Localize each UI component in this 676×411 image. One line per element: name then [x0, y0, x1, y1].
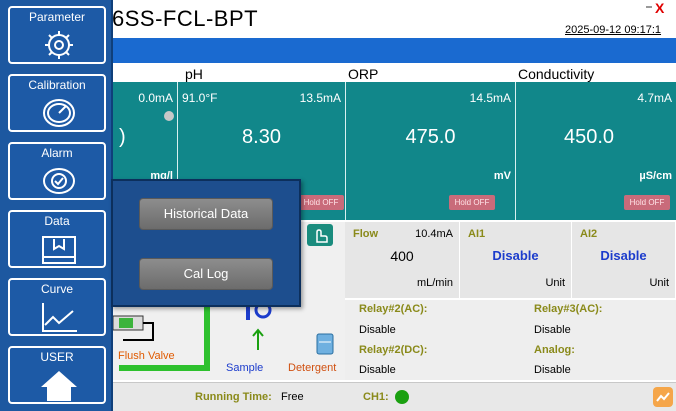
flow-title: Flow: [353, 228, 379, 240]
sidebar-item-label: Curve: [40, 282, 73, 296]
data-icon: [42, 236, 76, 264]
flush-valve-label: Flush Valve: [118, 350, 175, 362]
flow-ai-panels: Flow 10.4mA 400 mL/min AI1 Disable Unit …: [345, 222, 676, 298]
channel-label-row: pH ORP Conductivity: [113, 63, 676, 82]
ch1-status-indicator: [395, 390, 409, 404]
conductivity-panel[interactable]: 4.7mA 450.0 µS/cm Hold OFF: [515, 82, 676, 220]
sidebar-item-label: Parameter: [28, 10, 86, 24]
orp-ma: 14.5mA: [469, 91, 511, 105]
detergent-label: Detergent: [288, 362, 337, 374]
sidebar: Parameter Calibration Alarm Data Curve U…: [0, 0, 113, 411]
curve-icon: [42, 303, 77, 332]
datetime: 2025-09-12 09:17:1: [565, 24, 662, 36]
ai2-title: AI2: [580, 228, 598, 240]
ph-label: pH: [185, 66, 203, 82]
trend-button[interactable]: [653, 387, 673, 407]
orp-unit: mV: [493, 170, 511, 182]
ai2-value: Disable: [600, 248, 647, 263]
conductivity-ma: 4.7mA: [637, 91, 672, 105]
ph-value: 8.30: [242, 126, 281, 148]
chlorine-ma: 0.0mA: [138, 91, 173, 105]
relay-status-panel: Relay#2(AC): Disable Relay#3(AC): Disabl…: [345, 300, 676, 380]
relay2-ac-label: Relay#2(AC):: [359, 303, 428, 315]
chlorine-value: ): [119, 126, 126, 148]
sidebar-item-label: USER: [40, 350, 74, 364]
sidebar-item-label: Calibration: [28, 78, 86, 92]
sidebar-item-calibration[interactable]: Calibration: [8, 74, 106, 132]
ch1-label: CH1:: [363, 391, 389, 403]
flow-panel[interactable]: Flow 10.4mA 400 mL/min: [345, 222, 460, 298]
status-dot: [164, 111, 174, 121]
historical-data-button[interactable]: Historical Data: [139, 198, 273, 230]
ai1-value: Disable: [492, 248, 539, 263]
flow-ma: 10.4mA: [415, 228, 453, 240]
sidebar-item-curve[interactable]: Curve: [8, 278, 106, 336]
conductivity-label: Conductivity: [518, 66, 595, 82]
ph-temperature: 91.0°F: [182, 91, 218, 105]
sidebar-item-alarm[interactable]: Alarm: [8, 142, 106, 200]
sample-label: Sample: [226, 362, 264, 374]
minimize-icon[interactable]: [646, 6, 652, 8]
gear-icon: [45, 31, 73, 59]
running-time-label: Running Time:: [195, 391, 272, 403]
flow-unit: mL/min: [416, 277, 453, 289]
orp-hold-badge[interactable]: Hold OFF: [449, 195, 495, 210]
sidebar-item-label: Alarm: [41, 146, 73, 160]
ph-hold-badge[interactable]: Hold OFF: [298, 195, 344, 210]
relay2-dc-label: Relay#2(DC):: [359, 344, 428, 356]
data-menu-popup: Historical Data Cal Log: [111, 179, 301, 307]
analog-value: Disable: [534, 364, 571, 376]
analog-label: Analog:: [534, 344, 575, 356]
conductivity-hold-badge[interactable]: Hold OFF: [624, 195, 670, 210]
orp-label: ORP: [348, 66, 379, 82]
status-footer: Running Time: Free CH1:: [113, 382, 676, 411]
ai2-panel[interactable]: AI2 Disable Unit: [572, 222, 676, 298]
orp-value: 475.0: [405, 126, 456, 148]
app-title: 6SS-FCL-BPT: [112, 6, 259, 31]
sidebar-item-user[interactable]: USER: [8, 346, 106, 404]
sidebar-item-data[interactable]: Data: [8, 210, 106, 268]
orp-panel[interactable]: 14.5mA 475.0 mV Hold OFF: [345, 82, 515, 220]
ai1-unit: Unit: [545, 277, 565, 289]
manual-mode-button[interactable]: [307, 224, 333, 246]
running-time-value: Free: [281, 391, 304, 403]
close-icon[interactable]: X: [655, 0, 664, 16]
hand-pointer-icon: [316, 229, 328, 243]
gauge-icon: [43, 99, 75, 127]
ai2-unit: Unit: [649, 277, 669, 289]
home-icon: [41, 371, 77, 401]
sidebar-item-parameter[interactable]: Parameter: [8, 6, 106, 64]
cal-log-button[interactable]: Cal Log: [139, 258, 273, 290]
ai1-panel[interactable]: AI1 Disable Unit: [460, 222, 572, 298]
alarm-icon: [43, 168, 75, 194]
ph-ma: 13.5mA: [299, 91, 341, 105]
relay2-dc-value: Disable: [359, 364, 396, 376]
conductivity-unit: µS/cm: [639, 170, 672, 182]
sidebar-item-label: Data: [44, 214, 70, 228]
conductivity-value: 450.0: [564, 126, 615, 148]
relay3-ac-label: Relay#3(AC):: [534, 303, 603, 315]
flow-value: 400: [390, 248, 414, 264]
relay2-ac-value: Disable: [359, 324, 396, 336]
relay3-ac-value: Disable: [534, 324, 571, 336]
trend-icon: [656, 392, 670, 402]
ai1-title: AI1: [468, 228, 486, 240]
